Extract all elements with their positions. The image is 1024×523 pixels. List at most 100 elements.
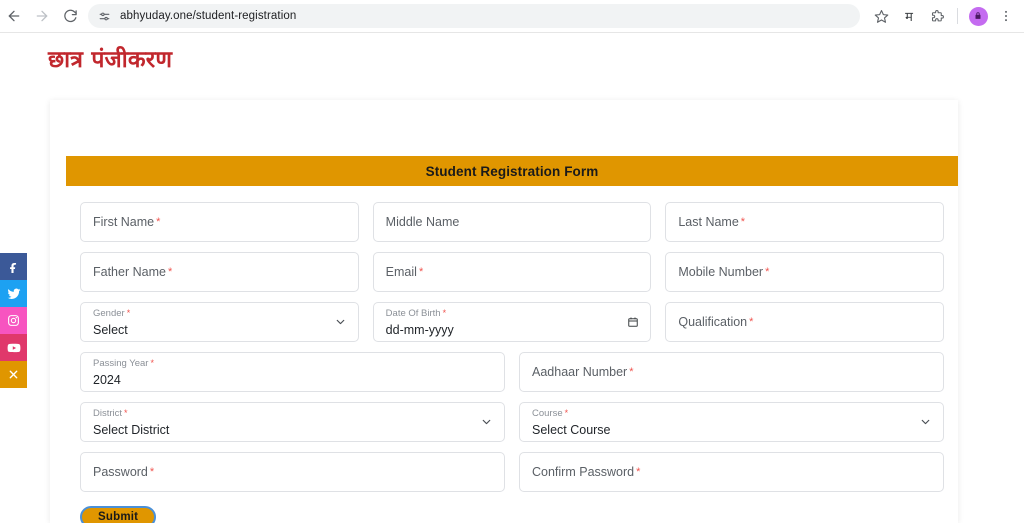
field-wrapper-password: Password *: [80, 452, 505, 492]
passing-year-label-text: Passing Year: [93, 358, 149, 369]
field-wrapper-aadhaar-number: Aadhaar Number *: [519, 352, 944, 392]
required-marker: *: [564, 408, 569, 418]
first-name-placeholder: First Name: [93, 214, 155, 229]
password-placeholder: Password: [93, 464, 148, 479]
field-wrapper-confirm-password: Confirm Password *: [519, 452, 944, 492]
father-name-placeholder: Father Name: [93, 264, 166, 279]
required-marker: *: [167, 266, 173, 278]
facebook-icon[interactable]: [0, 253, 27, 280]
email-input[interactable]: Email *: [372, 252, 652, 292]
last-name-placeholder: Last Name: [678, 214, 739, 229]
course-label: Course *: [532, 409, 568, 419]
social-share-sidebar: [0, 253, 27, 388]
field-wrapper-middle-name: Middle Name: [372, 202, 652, 242]
date-of-birth-label-text: Date Of Birth: [385, 308, 441, 319]
required-marker: *: [749, 316, 754, 328]
profile-avatar-icon[interactable]: [965, 3, 991, 29]
form-header-title: Student Registration Form: [425, 163, 599, 179]
required-marker: *: [442, 308, 447, 318]
gender-select[interactable]: Gender * Select: [80, 302, 359, 342]
three-dot-menu-icon[interactable]: [993, 3, 1019, 29]
address-bar[interactable]: abhyuday.one/student-registration: [88, 4, 860, 28]
father-name-input[interactable]: Father Name *: [80, 252, 359, 292]
devanagari-translate-icon[interactable]: म: [896, 3, 922, 29]
chevron-down-icon[interactable]: [334, 316, 347, 329]
field-wrapper-father-name: Father Name *: [80, 252, 359, 292]
chevron-down-icon[interactable]: [480, 416, 493, 429]
avatar: [968, 6, 988, 26]
calendar-icon[interactable]: [627, 316, 639, 328]
course-label-text: Course: [532, 408, 563, 419]
required-marker: *: [629, 366, 634, 378]
youtube-icon[interactable]: [0, 334, 27, 361]
first-name-input[interactable]: First Name *: [80, 202, 359, 242]
field-wrapper-first-name: First Name *: [80, 202, 359, 242]
form-row: Passing Year * 2024 Aadhaar Number *: [80, 352, 944, 392]
date-of-birth-label: Date Of Birth *: [386, 309, 446, 319]
field-wrapper-passing-year: Passing Year * 2024: [80, 352, 505, 392]
passing-year-input[interactable]: Passing Year * 2024: [80, 352, 505, 392]
required-marker: *: [124, 408, 128, 418]
back-arrow-icon[interactable]: [0, 2, 28, 30]
middle-name-placeholder: Middle Name: [385, 214, 460, 229]
mobile-number-input[interactable]: Mobile Number *: [665, 252, 945, 292]
translate-glyph: म: [905, 10, 913, 25]
aadhaar-number-input[interactable]: Aadhaar Number *: [519, 352, 944, 392]
form-row: First Name * Middle Name Last Name *: [80, 202, 945, 242]
submit-button[interactable]: Submit: [80, 506, 157, 523]
confirm-password-input[interactable]: Confirm Password *: [519, 452, 944, 492]
chevron-down-icon[interactable]: [919, 416, 932, 429]
district-select[interactable]: District * Select District: [80, 402, 505, 442]
browser-actions: म: [868, 3, 1024, 29]
field-wrapper-last-name: Last Name *: [665, 202, 945, 242]
required-marker: *: [765, 266, 770, 278]
browser-toolbar: abhyuday.one/student-registration म: [0, 0, 1024, 33]
last-name-input[interactable]: Last Name *: [665, 202, 945, 242]
page-viewport: छात्र पंजीकरण Student Registration Form …: [0, 33, 1024, 523]
required-marker: *: [636, 466, 641, 478]
aadhaar-number-placeholder: Aadhaar Number: [532, 364, 628, 379]
form-row: Gender * Select Date Of Birth * dd-mm-yyyy: [80, 302, 945, 342]
extensions-puzzle-icon[interactable]: [924, 3, 950, 29]
form-row: District * Select District Course * Select…: [80, 402, 944, 442]
form-header: Student Registration Form: [66, 156, 958, 186]
district-label-text: District: [93, 408, 123, 419]
form-row: Password * Confirm Password *: [80, 452, 944, 492]
field-wrapper-district: District * Select District: [80, 402, 505, 442]
field-wrapper-email: Email *: [372, 252, 652, 292]
middle-name-input[interactable]: Middle Name: [372, 202, 652, 242]
passing-year-value: 2024: [93, 372, 121, 387]
url-text: abhyuday.one/student-registration: [120, 10, 297, 22]
gender-value: Select: [93, 322, 128, 337]
email-placeholder: Email: [385, 264, 417, 279]
passing-year-label: Passing Year *: [93, 359, 154, 369]
confirm-password-placeholder: Confirm Password: [532, 464, 635, 479]
district-label: District *: [93, 409, 128, 419]
page-title: छात्र पंजीकरण: [48, 47, 173, 73]
password-input[interactable]: Password *: [80, 452, 505, 492]
field-wrapper-qualification: Qualification *: [665, 302, 945, 342]
qualification-input[interactable]: Qualification *: [665, 302, 945, 342]
required-marker: *: [126, 308, 131, 318]
required-marker: *: [149, 466, 155, 478]
date-of-birth-input[interactable]: Date Of Birth * dd-mm-yyyy: [372, 302, 652, 342]
close-icon[interactable]: [0, 361, 27, 388]
form-body: First Name * Middle Name Last Name * Fat…: [66, 186, 958, 523]
reload-icon[interactable]: [56, 2, 84, 30]
required-marker: *: [740, 216, 746, 228]
date-of-birth-value: dd-mm-yyyy: [385, 322, 454, 337]
district-value: Select District: [93, 422, 170, 437]
field-wrapper-mobile-number: Mobile Number *: [665, 252, 945, 292]
forward-arrow-icon[interactable]: [28, 2, 56, 30]
twitter-icon[interactable]: [0, 280, 27, 307]
student-registration-form: Student Registration Form First Name * Mi…: [66, 156, 958, 523]
instagram-icon[interactable]: [0, 307, 27, 334]
site-controls-icon[interactable]: [98, 10, 111, 23]
course-value: Select Course: [532, 422, 611, 437]
required-marker: *: [418, 266, 424, 278]
toolbar-divider: [957, 8, 958, 24]
content-sheet: Student Registration Form First Name * Mi…: [50, 100, 958, 523]
required-marker: *: [150, 358, 154, 368]
course-select[interactable]: Course * Select Course: [519, 402, 944, 442]
star-icon[interactable]: [868, 3, 894, 29]
